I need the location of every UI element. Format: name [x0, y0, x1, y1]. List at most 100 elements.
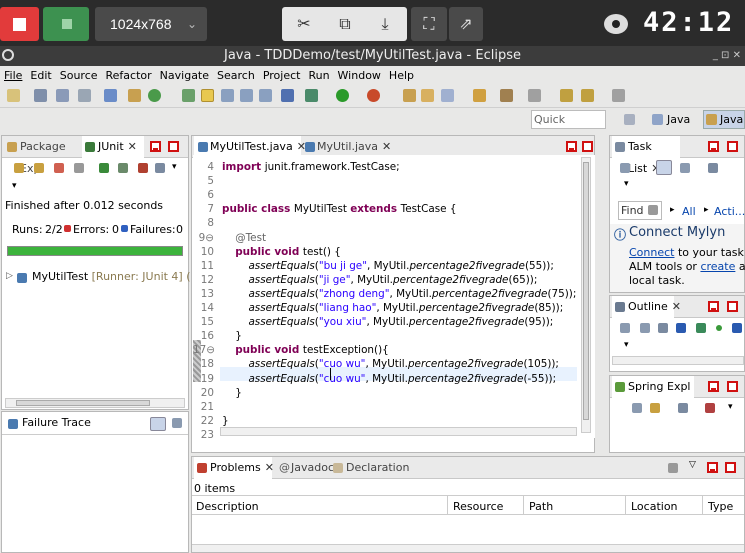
- create-link[interactable]: create: [700, 260, 735, 273]
- vertical-scrollbar[interactable]: [581, 157, 591, 433]
- minimize-button[interactable]: [708, 301, 719, 312]
- public-member-icon[interactable]: [716, 325, 722, 331]
- scrollbar-thumb[interactable]: [583, 162, 589, 420]
- stop-run-icon[interactable]: [138, 163, 148, 173]
- open-type-icon[interactable]: [473, 89, 486, 102]
- minimize-button[interactable]: [708, 381, 719, 392]
- quick-access-input[interactable]: Quick Access: [531, 110, 606, 143]
- new-class-icon[interactable]: [441, 89, 454, 102]
- scrollbar-thumb[interactable]: [16, 400, 150, 406]
- col-path[interactable]: Path: [529, 500, 553, 513]
- eye-icon[interactable]: [604, 14, 628, 34]
- open-perspective-icon[interactable]: [624, 114, 635, 125]
- menu-search[interactable]: Search: [213, 66, 259, 85]
- col-location[interactable]: Location: [631, 500, 678, 513]
- view-menu-chevron-icon[interactable]: ▾: [624, 179, 629, 189]
- view-menu-icon[interactable]: ▾: [728, 402, 733, 412]
- maximize-button[interactable]: [168, 141, 179, 152]
- new-package-icon[interactable]: [421, 89, 434, 102]
- maximize-button[interactable]: [582, 141, 593, 152]
- tree-expand-icon[interactable]: ▷: [6, 271, 13, 281]
- minimize-button[interactable]: [708, 141, 719, 152]
- maximize-button[interactable]: [725, 462, 736, 473]
- stop-button[interactable]: [0, 7, 39, 41]
- scissors-icon[interactable]: ✂: [284, 7, 324, 41]
- tree-item-myutiltest[interactable]: MyUtilTest [Runner: JUnit 4] (0.00: [32, 270, 215, 283]
- filter-icon[interactable]: [668, 463, 678, 473]
- rerun-failed-icon[interactable]: [118, 163, 128, 173]
- collapse-all-icon[interactable]: [632, 403, 642, 413]
- scroll-lock-icon[interactable]: [74, 163, 84, 173]
- external-tools-icon[interactable]: [367, 89, 380, 102]
- maximize-button[interactable]: [727, 141, 738, 152]
- download-icon[interactable]: ⤓: [365, 7, 405, 41]
- activate-link[interactable]: Acti...: [714, 205, 745, 218]
- popout-button[interactable]: ⇗: [449, 7, 483, 41]
- back-history-icon[interactable]: [581, 89, 594, 102]
- menu-run[interactable]: Run: [304, 66, 333, 85]
- task-find-input[interactable]: Find: [618, 201, 662, 220]
- sort-icon[interactable]: [620, 323, 630, 333]
- maximize-button[interactable]: [727, 301, 738, 312]
- menu-project[interactable]: Project: [259, 66, 305, 85]
- debug-icon[interactable]: [305, 89, 318, 102]
- menu-file[interactable]: File: [0, 66, 26, 85]
- menu-window[interactable]: Window: [334, 66, 385, 85]
- tab-task-list[interactable]: Task List✕: [612, 136, 680, 175]
- col-resource[interactable]: Resource: [453, 500, 503, 513]
- fullscreen-button[interactable]: ⛶: [411, 7, 447, 41]
- tab-declaration[interactable]: Declaration: [330, 457, 410, 479]
- search-icon[interactable]: [500, 89, 513, 102]
- hide-static-icon[interactable]: [676, 323, 686, 333]
- new-java-project-icon[interactable]: [403, 89, 416, 102]
- toggle-icon[interactable]: [182, 89, 195, 102]
- next-annotation-icon[interactable]: [221, 89, 234, 102]
- mark-occurrences-icon[interactable]: [201, 89, 214, 102]
- horizontal-scrollbar[interactable]: [220, 427, 577, 436]
- minimize-button[interactable]: [150, 141, 161, 152]
- window-icon[interactable]: [104, 89, 117, 102]
- back-icon[interactable]: [560, 89, 573, 102]
- scheduled-icon[interactable]: [680, 163, 690, 173]
- menu-refactor[interactable]: Refactor: [102, 66, 156, 85]
- skip-breakpoints-icon[interactable]: [281, 89, 294, 102]
- tab-outline[interactable]: Outline ✕: [612, 296, 681, 318]
- view-menu-icon[interactable]: ▽: [689, 460, 696, 470]
- hide-fields-icon[interactable]: [658, 323, 668, 333]
- save-all-icon[interactable]: [56, 89, 69, 102]
- link-editor-icon[interactable]: [650, 403, 660, 413]
- record-button[interactable]: [43, 7, 89, 41]
- pin-icon[interactable]: [528, 89, 541, 102]
- minimize-button[interactable]: [707, 462, 718, 473]
- all-link[interactable]: All: [682, 205, 696, 218]
- prev-failure-icon[interactable]: [34, 163, 44, 173]
- horizontal-scrollbar[interactable]: [612, 356, 744, 365]
- show-whitespace-icon[interactable]: [259, 89, 272, 102]
- focus-icon[interactable]: [708, 163, 718, 173]
- focus-icon[interactable]: [678, 403, 688, 413]
- collapse-all-icon[interactable]: [640, 323, 650, 333]
- code-editor[interactable]: 4 import junit.framework.TestCase; 5 6 7 publ…: [193, 155, 595, 441]
- perspective-java-ee[interactable]: Java EE: [650, 110, 704, 145]
- close-icon[interactable]: ✕: [672, 300, 681, 313]
- block-select-icon[interactable]: [240, 89, 253, 102]
- minimize-button[interactable]: [566, 141, 577, 152]
- connect-link[interactable]: Connect: [629, 246, 674, 259]
- close-icon[interactable]: ✕: [265, 461, 274, 474]
- print-icon[interactable]: [78, 89, 91, 102]
- grid-icon[interactable]: [128, 89, 141, 102]
- new-task-icon[interactable]: [620, 163, 630, 173]
- maximize-button[interactable]: [727, 381, 738, 392]
- forward-icon[interactable]: [612, 89, 625, 102]
- refresh-icon[interactable]: [148, 89, 161, 102]
- window-controls[interactable]: _ ⊡ ✕: [713, 46, 741, 66]
- rerun-icon[interactable]: [99, 163, 109, 173]
- tab-junit[interactable]: JUnit ✕: [82, 136, 144, 158]
- new-icon[interactable]: [7, 89, 20, 102]
- tab-javadoc[interactable]: @ Javadoc: [275, 457, 335, 479]
- horizontal-scrollbar[interactable]: [192, 544, 744, 552]
- menu-help[interactable]: Help: [385, 66, 418, 85]
- close-icon[interactable]: ✕: [382, 140, 391, 153]
- horizontal-scrollbar[interactable]: [5, 398, 185, 408]
- perspective-java[interactable]: Java: [703, 110, 745, 129]
